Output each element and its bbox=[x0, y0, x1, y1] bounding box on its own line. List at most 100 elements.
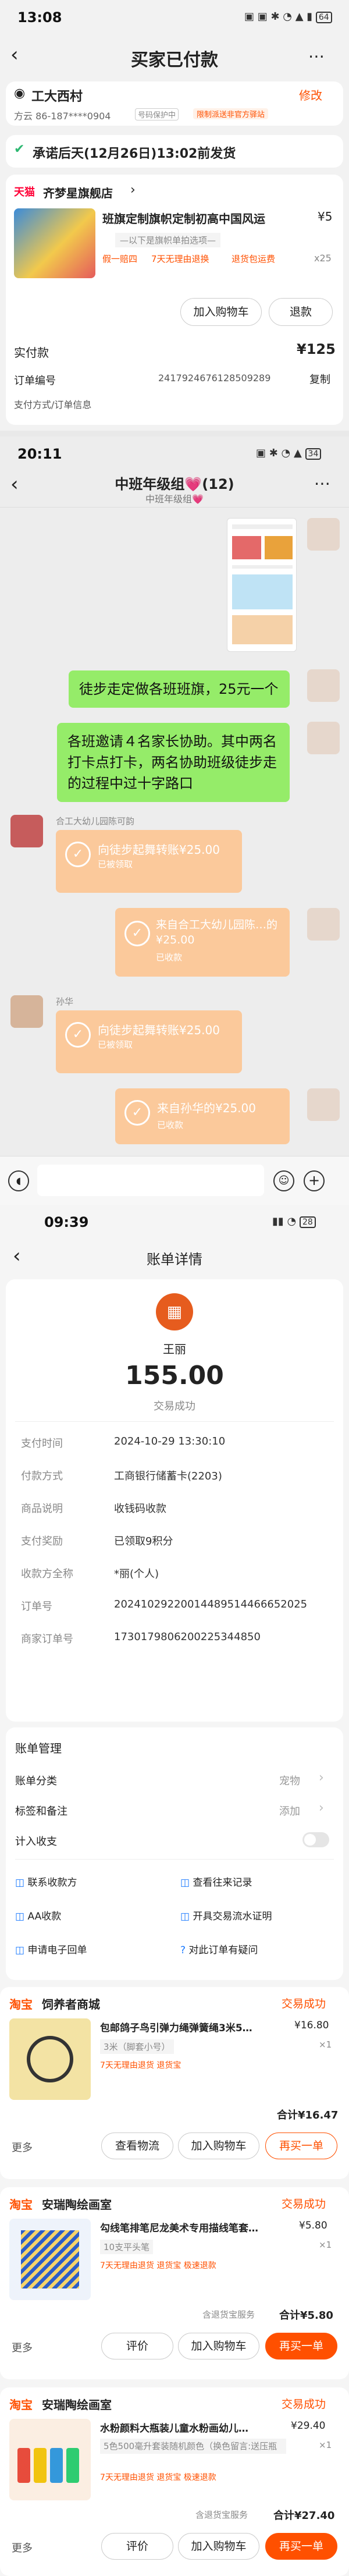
view-logistics-button[interactable]: 查看物流 bbox=[101, 2133, 173, 2159]
bill-detail-value: 1730179806200225344850 bbox=[114, 1631, 261, 1643]
receipt-icon: ◫ bbox=[15, 1945, 25, 1956]
aa-collect-link[interactable]: ◫ AA收款 bbox=[15, 1908, 61, 1922]
transfer-status: 已收款 bbox=[156, 952, 183, 963]
copy-button[interactable]: 复制 bbox=[309, 371, 330, 386]
bill-detail-key: 商品说明 bbox=[21, 1503, 63, 1515]
product-spec: 10支平头笔 bbox=[100, 2240, 154, 2254]
product-title[interactable]: 勾线笔排笔尼龙美术专用描线笔套… bbox=[100, 2220, 258, 2234]
product-qty: ×1 bbox=[319, 2240, 332, 2250]
contact-payee-link[interactable]: ◫ 联系收款方 bbox=[15, 1874, 77, 1889]
address-card[interactable]: ◉ 工大西村 修改 方云 86-187****0904 号码保护中 限制派送非官… bbox=[6, 81, 343, 126]
transfer-card[interactable]: ✓ 来自合工大幼儿园陈…的¥25.00 已收款 bbox=[115, 908, 290, 977]
taobao-order-card: 淘宝 安瑞陶绘画室 交易成功 勾线笔排笔尼龙美术专用描线笔套… ¥5.80 10… bbox=[0, 2187, 349, 2379]
store-card: 天猫 齐梦星旗舰店 › 班旗定制旗帜定制初高中国风运 ¥5 —以下是旗帜单拍选项… bbox=[6, 175, 343, 425]
count-in-toggle[interactable] bbox=[302, 1832, 329, 1847]
more-icon[interactable]: ⋯ bbox=[314, 474, 330, 493]
view-records-link[interactable]: ◫ 查看往来记录 bbox=[180, 1874, 252, 1889]
divider bbox=[15, 1421, 334, 1422]
transfer-title: 向徒步起舞转账¥25.00 bbox=[98, 1023, 220, 1037]
transfer-card[interactable]: ✓ 来自孙华的¥25.00 已收款 bbox=[115, 1088, 290, 1144]
product-price: ¥29.40 bbox=[291, 2420, 326, 2432]
statement-proof-link[interactable]: ◫ 开具交易流水证明 bbox=[180, 1908, 272, 1922]
product-image[interactable] bbox=[9, 2419, 91, 2500]
product-title[interactable]: 包邮鸽子鸟引弹力绳弹簧绳3米5… bbox=[100, 2020, 252, 2034]
buy-again-button[interactable]: 再买一单 bbox=[265, 2133, 337, 2159]
category-value[interactable]: 宠物 bbox=[279, 1773, 300, 1788]
tag-note-label: 标签和备注 bbox=[15, 1805, 67, 1818]
taobao-logo: 淘宝 bbox=[9, 1997, 33, 2011]
store-name[interactable]: 齐梦星旗舰店 bbox=[43, 184, 113, 201]
product-image[interactable] bbox=[9, 2018, 91, 2100]
chevron-right-icon: › bbox=[130, 183, 136, 197]
product-image[interactable] bbox=[9, 2219, 91, 2300]
divider bbox=[15, 1859, 334, 1860]
bill-detail-value: 已领取9积分 bbox=[114, 1535, 173, 1548]
order-screenshot: 13:08 ▣ ▣ ✱ ◔ ▲ ▮ 64 ‹ 买家已付款 ⋯ ◉ 工大西村 修改… bbox=[0, 0, 349, 431]
add-to-cart-button[interactable]: 加入购物车 bbox=[178, 2533, 259, 2560]
category-label: 账单分类 bbox=[15, 1775, 57, 1787]
order-number-label: 订单编号 bbox=[14, 375, 56, 387]
aa-icon: ◫ bbox=[15, 1911, 25, 1922]
my-avatar[interactable] bbox=[307, 908, 340, 941]
my-avatar[interactable] bbox=[307, 669, 340, 702]
image-message[interactable] bbox=[227, 518, 297, 652]
bill-detail-key: 支付时间 bbox=[21, 1438, 63, 1450]
sender-avatar[interactable] bbox=[10, 995, 43, 1028]
transfer-card[interactable]: ✓ 向徒步起舞转账¥25.00 已被领取 bbox=[56, 830, 242, 893]
product-title[interactable]: 班旗定制旗帜定制初高中国风运 bbox=[102, 210, 265, 226]
my-avatar[interactable] bbox=[307, 1088, 340, 1121]
chat-title: 中班年级组💗(12) bbox=[115, 476, 234, 492]
transfer-card[interactable]: ✓ 向徒步起舞转账¥25.00 已被领取 bbox=[56, 1010, 242, 1073]
payee-name: 王丽 bbox=[163, 1342, 186, 1356]
bill-detail-key: 支付奖励 bbox=[21, 1535, 63, 1548]
chat-icon: ◫ bbox=[15, 1877, 25, 1889]
document-icon: ◫ bbox=[180, 1911, 190, 1922]
product-title[interactable]: 水粉颜料大瓶装儿童水粉画幼儿… bbox=[100, 2420, 248, 2435]
emoji-icon[interactable]: ☺ bbox=[273, 1170, 294, 1191]
status-time: 20:11 bbox=[17, 446, 62, 462]
edit-address-link[interactable]: 修改 bbox=[299, 86, 322, 103]
order-number: 2417924676128509289 bbox=[158, 372, 271, 384]
order-status: 交易成功 bbox=[282, 2398, 326, 2411]
review-button[interactable]: 评价 bbox=[101, 2533, 173, 2560]
add-to-cart-button[interactable]: 加入购物车 bbox=[178, 2133, 259, 2159]
e-receipt-link[interactable]: ◫ 申请电子回单 bbox=[15, 1942, 87, 1956]
more-icon[interactable]: ⋯ bbox=[308, 47, 325, 66]
my-avatar[interactable] bbox=[307, 722, 340, 754]
store-name[interactable]: 饲养者商城 bbox=[42, 1995, 100, 2012]
chat-screenshot: 20:11 ▣ ✱ ◔ ▲ 34 ‹ 中班年级组💗(12) 中班年级组💗 ⋯ 徒… bbox=[0, 437, 349, 1205]
return-insurance-note: 含退货宝服务 bbox=[202, 2309, 255, 2320]
promise-bar: ✔ 承诺后天(12月26日)13:02前发货 bbox=[6, 135, 343, 168]
store-name[interactable]: 安瑞陶绘画室 bbox=[42, 2195, 112, 2212]
question-order-link[interactable]: ? 对此订单有疑问 bbox=[180, 1942, 258, 1956]
sender-avatar[interactable] bbox=[10, 815, 43, 847]
taobao-order-card: 淘宝 安瑞陶绘画室 交易成功 水粉颜料大瓶装儿童水粉画幼儿… ¥29.40 5色… bbox=[0, 2387, 349, 2576]
refund-button[interactable]: 退款 bbox=[269, 298, 333, 326]
buy-again-button[interactable]: 再买一单 bbox=[265, 2333, 337, 2359]
payment-info-expand[interactable]: 支付方式/订单信息 bbox=[14, 397, 91, 411]
store-name[interactable]: 安瑞陶绘画室 bbox=[42, 2396, 112, 2412]
review-button[interactable]: 评价 bbox=[101, 2333, 173, 2359]
bill-detail-value: *丽(个人) bbox=[114, 1568, 159, 1580]
product-image[interactable] bbox=[14, 208, 95, 278]
add-to-cart-button[interactable]: 加入购物车 bbox=[180, 298, 262, 326]
bill-detail-key: 订单号 bbox=[21, 1601, 52, 1613]
tag-note-add[interactable]: 添加 bbox=[279, 1803, 300, 1818]
plus-icon[interactable]: + bbox=[304, 1170, 325, 1191]
my-avatar[interactable] bbox=[307, 518, 340, 551]
product-qty: x25 bbox=[314, 253, 332, 264]
more-link[interactable]: 更多 bbox=[12, 2340, 33, 2355]
sender-name: 孙华 bbox=[56, 996, 74, 1007]
tag-fake-compensation: 假一赔四 bbox=[102, 254, 138, 264]
service-tags: 7天无理由退货 退货宝 极速退款 bbox=[100, 2261, 216, 2270]
buy-again-button[interactable]: 再买一单 bbox=[265, 2533, 337, 2560]
more-link[interactable]: 更多 bbox=[12, 2540, 33, 2555]
message-input[interactable] bbox=[37, 1165, 264, 1196]
status-time: 13:08 bbox=[17, 9, 62, 26]
add-to-cart-button[interactable]: 加入购物车 bbox=[178, 2333, 259, 2359]
bill-screenshot: 09:39 ▮▮ ◔ 28 ‹ 账单详情 ▦ 王丽 155.00 交易成功 支付… bbox=[0, 1205, 349, 2576]
product-qty: ×1 bbox=[319, 2039, 332, 2050]
voice-icon[interactable]: ◖ bbox=[8, 1170, 29, 1191]
more-link[interactable]: 更多 bbox=[12, 2139, 33, 2155]
bill-detail-value: 工商银行储蓄卡(2203) bbox=[114, 1470, 222, 1482]
